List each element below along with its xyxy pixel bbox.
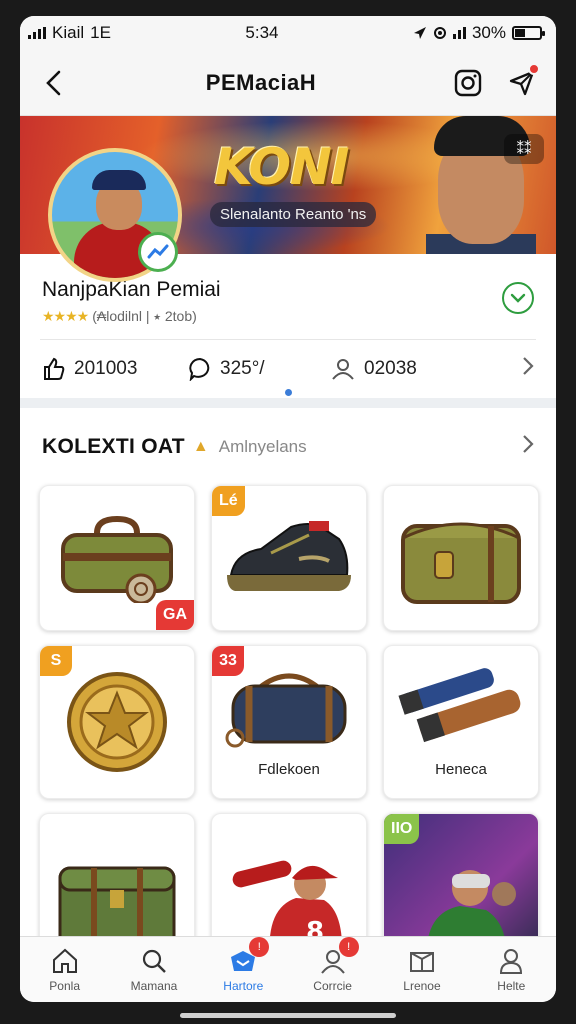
tab-label: Hartore bbox=[223, 978, 264, 993]
alarm-icon bbox=[433, 27, 446, 39]
comments-stat[interactable]: 325°/ bbox=[188, 357, 330, 381]
followers-count: 02038 bbox=[364, 357, 417, 379]
top-nav-bar: PEMaciaH bbox=[20, 50, 556, 116]
status-bar: Kiail 1E 5:34 30% bbox=[20, 16, 556, 50]
back-arrow-icon bbox=[46, 70, 61, 95]
collection-item-tubes[interactable]: Heneca bbox=[383, 645, 539, 799]
send-button[interactable] bbox=[506, 62, 540, 99]
collection-item-pouch[interactable] bbox=[383, 485, 539, 631]
tab-home[interactable]: Ponla bbox=[25, 947, 105, 993]
verified-badge bbox=[138, 232, 178, 272]
network-type: 1E bbox=[90, 23, 111, 42]
item-label: Fdlekoen bbox=[258, 761, 320, 778]
battery-percent: 30% bbox=[471, 23, 506, 42]
item-badge: Lé bbox=[212, 486, 245, 516]
shoe-icon bbox=[227, 521, 351, 591]
pouch-icon bbox=[401, 522, 521, 604]
comments-count: 325°/ bbox=[220, 357, 265, 379]
collection-header[interactable]: KOLEXTI OAT ▲ Amlnyelans bbox=[20, 408, 556, 477]
collection-item-duffel[interactable]: 33 Fdlekoen bbox=[211, 645, 367, 799]
home-icon bbox=[52, 948, 77, 973]
likes-stat[interactable]: 201003 bbox=[42, 357, 188, 381]
notification-dot bbox=[527, 62, 540, 75]
tab-user[interactable]: Helte bbox=[471, 947, 551, 993]
phone-screen: Kiail 1E 5:34 30% PEMaciaH KONI Slenalan… bbox=[20, 16, 556, 1002]
followers-icon bbox=[332, 358, 354, 380]
thumbs-up-icon bbox=[44, 357, 65, 380]
carrier-name: Kiail bbox=[52, 23, 85, 42]
duffel-bag-icon bbox=[225, 673, 347, 748]
tab-label: Mamana bbox=[130, 978, 178, 993]
box-icon bbox=[409, 951, 434, 972]
banner-tagline: Slenalanto Reanto 'ns bbox=[210, 202, 377, 227]
wifi-signal-icon bbox=[452, 27, 466, 39]
back-button[interactable] bbox=[38, 67, 70, 99]
tab-label: Helte bbox=[497, 978, 526, 993]
location-icon bbox=[413, 27, 426, 39]
camera-icon bbox=[454, 69, 482, 96]
item-label: Heneca bbox=[435, 761, 487, 778]
tab-profile[interactable]: ! Corrcie bbox=[293, 936, 373, 993]
sparkle-icon: ▲ bbox=[192, 437, 209, 455]
rating-row: ★★★★ (₳lodilnl | ⭑ 2tob) bbox=[42, 308, 534, 325]
chart-trend-icon bbox=[147, 244, 169, 259]
page-title: PEMaciaH bbox=[205, 69, 317, 95]
section-separator bbox=[20, 398, 556, 408]
followers-stat[interactable]: 02038 bbox=[330, 357, 522, 381]
tab-label: Corrcie bbox=[313, 978, 352, 993]
expand-button[interactable] bbox=[502, 282, 534, 314]
collection-title: KOLEXTI OAT bbox=[42, 434, 185, 458]
banner-menu-button[interactable]: ⁑⁑ bbox=[504, 134, 544, 164]
chevron-right-icon bbox=[523, 357, 534, 375]
item-badge: S bbox=[40, 646, 72, 676]
item-badge: GA bbox=[156, 600, 194, 630]
page-indicator bbox=[20, 389, 556, 396]
collection-grid: GA Lé S 33 Fdlekoen Heneca 8 IIO bbox=[20, 477, 556, 959]
home-indicator[interactable] bbox=[180, 1013, 396, 1018]
collection-item-medal[interactable]: S bbox=[39, 645, 195, 799]
collection-item-bag[interactable]: GA bbox=[39, 485, 195, 631]
comment-icon bbox=[189, 357, 210, 381]
chevron-down-icon bbox=[510, 293, 526, 303]
stats-row: 201003 325°/ 02038 bbox=[20, 340, 556, 393]
collection-more-button[interactable] bbox=[522, 434, 534, 459]
rating-text: (₳lodilnl | ⭑ 2tob) bbox=[92, 308, 197, 324]
chevron-right-icon bbox=[523, 435, 534, 453]
bag-icon bbox=[61, 515, 173, 603]
banner-logo: KONI bbox=[214, 138, 350, 196]
medal-icon bbox=[67, 672, 167, 772]
tab-notification-badge: ! bbox=[249, 936, 270, 957]
user-icon bbox=[500, 948, 523, 974]
stats-more-button[interactable] bbox=[522, 356, 534, 381]
battery-icon bbox=[511, 26, 545, 40]
tubes-icon bbox=[398, 667, 521, 742]
clock: 5:34 bbox=[245, 23, 279, 42]
item-badge: 33 bbox=[212, 646, 244, 676]
tab-box[interactable]: Lrenoe bbox=[382, 947, 462, 993]
tab-search[interactable]: Mamana bbox=[114, 947, 194, 993]
tab-notification-badge: ! bbox=[338, 936, 359, 957]
search-icon bbox=[142, 949, 166, 973]
tab-store[interactable]: ! Hartore bbox=[203, 936, 283, 993]
collection-subtitle: Amlnyelans bbox=[218, 436, 307, 456]
rating-stars: ★★★★ bbox=[42, 308, 89, 324]
bottom-nav: Ponla Mamana ! Hartore ! Corrcie Lrenoe … bbox=[20, 936, 556, 1002]
tab-label: Ponla bbox=[49, 978, 80, 993]
collection-item-shoe[interactable]: Lé bbox=[211, 485, 367, 631]
tab-label: Lrenoe bbox=[403, 978, 441, 993]
item-badge: IIO bbox=[384, 814, 420, 844]
signal-icon bbox=[28, 27, 46, 39]
camera-button[interactable] bbox=[452, 67, 484, 99]
likes-count: 201003 bbox=[74, 357, 138, 379]
